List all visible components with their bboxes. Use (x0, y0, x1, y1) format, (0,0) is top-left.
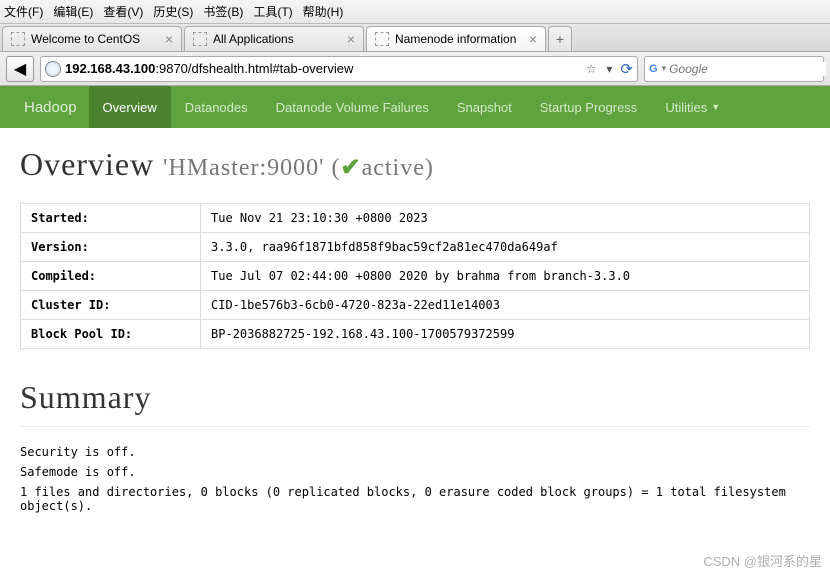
summary-line: Safemode is off. (20, 465, 810, 479)
summary-title: Summary (20, 379, 810, 427)
page-icon (375, 32, 389, 46)
menu-file[interactable]: 文件(F) (4, 3, 43, 20)
page-icon (193, 32, 207, 46)
browser-tab[interactable]: All Applications × (184, 26, 364, 51)
menu-help[interactable]: 帮助(H) (303, 3, 344, 20)
menu-tools[interactable]: 工具(T) (253, 3, 292, 20)
back-button[interactable]: ◀ (6, 56, 34, 82)
menu-history[interactable]: 历史(S) (153, 3, 193, 20)
browser-tab-bar: Welcome to CentOS × All Applications × N… (0, 24, 830, 52)
close-icon[interactable]: × (165, 31, 173, 47)
tab-title: Namenode information (395, 32, 523, 46)
table-row: Compiled:Tue Jul 07 02:44:00 +0800 2020 … (21, 262, 810, 291)
summary-line: Security is off. (20, 445, 810, 459)
star-icon[interactable]: ☆ (584, 62, 598, 76)
hadoop-brand[interactable]: Hadoop (12, 86, 89, 128)
search-input[interactable] (669, 62, 826, 76)
table-row: Block Pool ID:BP-2036882725-192.168.43.1… (21, 320, 810, 349)
table-row: Cluster ID:CID-1be576b3-6cb0-4720-823a-2… (21, 291, 810, 320)
chevron-down-icon: ▼ (711, 102, 720, 112)
nav-datanodes[interactable]: Datanodes (171, 86, 262, 128)
hadoop-nav: Hadoop Overview Datanodes Datanode Volum… (0, 86, 830, 128)
menu-view[interactable]: 查看(V) (103, 3, 143, 20)
nav-utilities[interactable]: Utilities▼ (651, 86, 734, 128)
tab-title: All Applications (213, 32, 341, 46)
dropdown-icon[interactable]: ▾ (602, 62, 616, 76)
menu-edit[interactable]: 编辑(E) (53, 3, 93, 20)
search-bar[interactable]: G ▾ (644, 56, 824, 82)
new-tab-button[interactable]: + (548, 26, 572, 51)
summary-line: 1 files and directories, 0 blocks (0 rep… (20, 485, 810, 513)
reload-icon[interactable]: ⟳ (620, 60, 633, 78)
nav-snapshot[interactable]: Snapshot (443, 86, 526, 128)
address-bar[interactable]: 192.168.43.100:9870/dfshealth.html#tab-o… (40, 56, 638, 82)
info-table: Started:Tue Nov 21 23:10:30 +0800 2023 V… (20, 203, 810, 349)
browser-nav-bar: ◀ 192.168.43.100:9870/dfshealth.html#tab… (0, 52, 830, 86)
page-content: Overview 'HMaster:9000' (✔active) Starte… (0, 128, 830, 537)
os-menubar: 文件(F) 编辑(E) 查看(V) 历史(S) 书签(B) 工具(T) 帮助(H… (0, 0, 830, 24)
close-icon[interactable]: × (347, 31, 355, 47)
close-icon[interactable]: × (529, 31, 537, 47)
watermark: CSDN @银河系的星 (703, 551, 822, 570)
check-icon: ✔ (340, 155, 361, 181)
menu-bookmarks[interactable]: 书签(B) (203, 3, 243, 20)
search-dropdown-icon[interactable]: ▾ (662, 63, 667, 74)
google-icon: G (649, 61, 658, 77)
table-row: Started:Tue Nov 21 23:10:30 +0800 2023 (21, 204, 810, 233)
nav-startup-progress[interactable]: Startup Progress (526, 86, 652, 128)
browser-tab[interactable]: Namenode information × (366, 26, 546, 51)
table-row: Version:3.3.0, raa96f1871bfd858f9bac59cf… (21, 233, 810, 262)
tab-title: Welcome to CentOS (31, 32, 159, 46)
globe-icon (45, 61, 61, 77)
page-title: Overview 'HMaster:9000' (✔active) (20, 146, 810, 183)
nav-datanode-failures[interactable]: Datanode Volume Failures (262, 86, 443, 128)
page-icon (11, 32, 25, 46)
nav-overview[interactable]: Overview (89, 86, 171, 128)
browser-tab[interactable]: Welcome to CentOS × (2, 26, 182, 51)
url-text: 192.168.43.100:9870/dfshealth.html#tab-o… (65, 61, 580, 76)
